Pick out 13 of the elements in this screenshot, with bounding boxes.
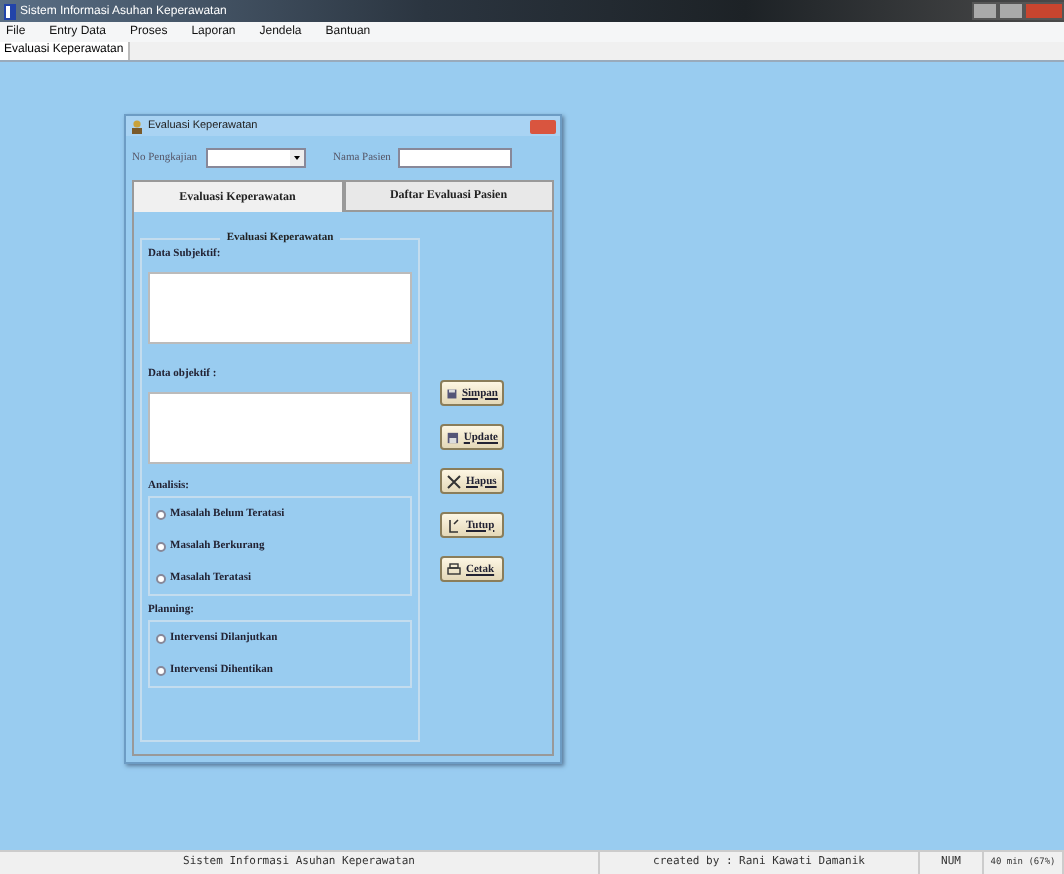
floppy-icon xyxy=(446,385,458,401)
x-icon xyxy=(446,473,462,489)
caret-icon xyxy=(289,150,304,166)
combo-field[interactable] xyxy=(205,148,306,168)
floppy-icon xyxy=(446,429,460,445)
minimize-button[interactable] xyxy=(972,2,998,20)
close-button[interactable] xyxy=(530,119,556,133)
input-field[interactable] xyxy=(398,148,513,168)
person-icon xyxy=(130,119,144,133)
printer-icon xyxy=(446,561,462,577)
text-area[interactable] xyxy=(148,272,412,344)
text-area[interactable] xyxy=(148,392,412,464)
maximize-button[interactable] xyxy=(998,2,1024,20)
